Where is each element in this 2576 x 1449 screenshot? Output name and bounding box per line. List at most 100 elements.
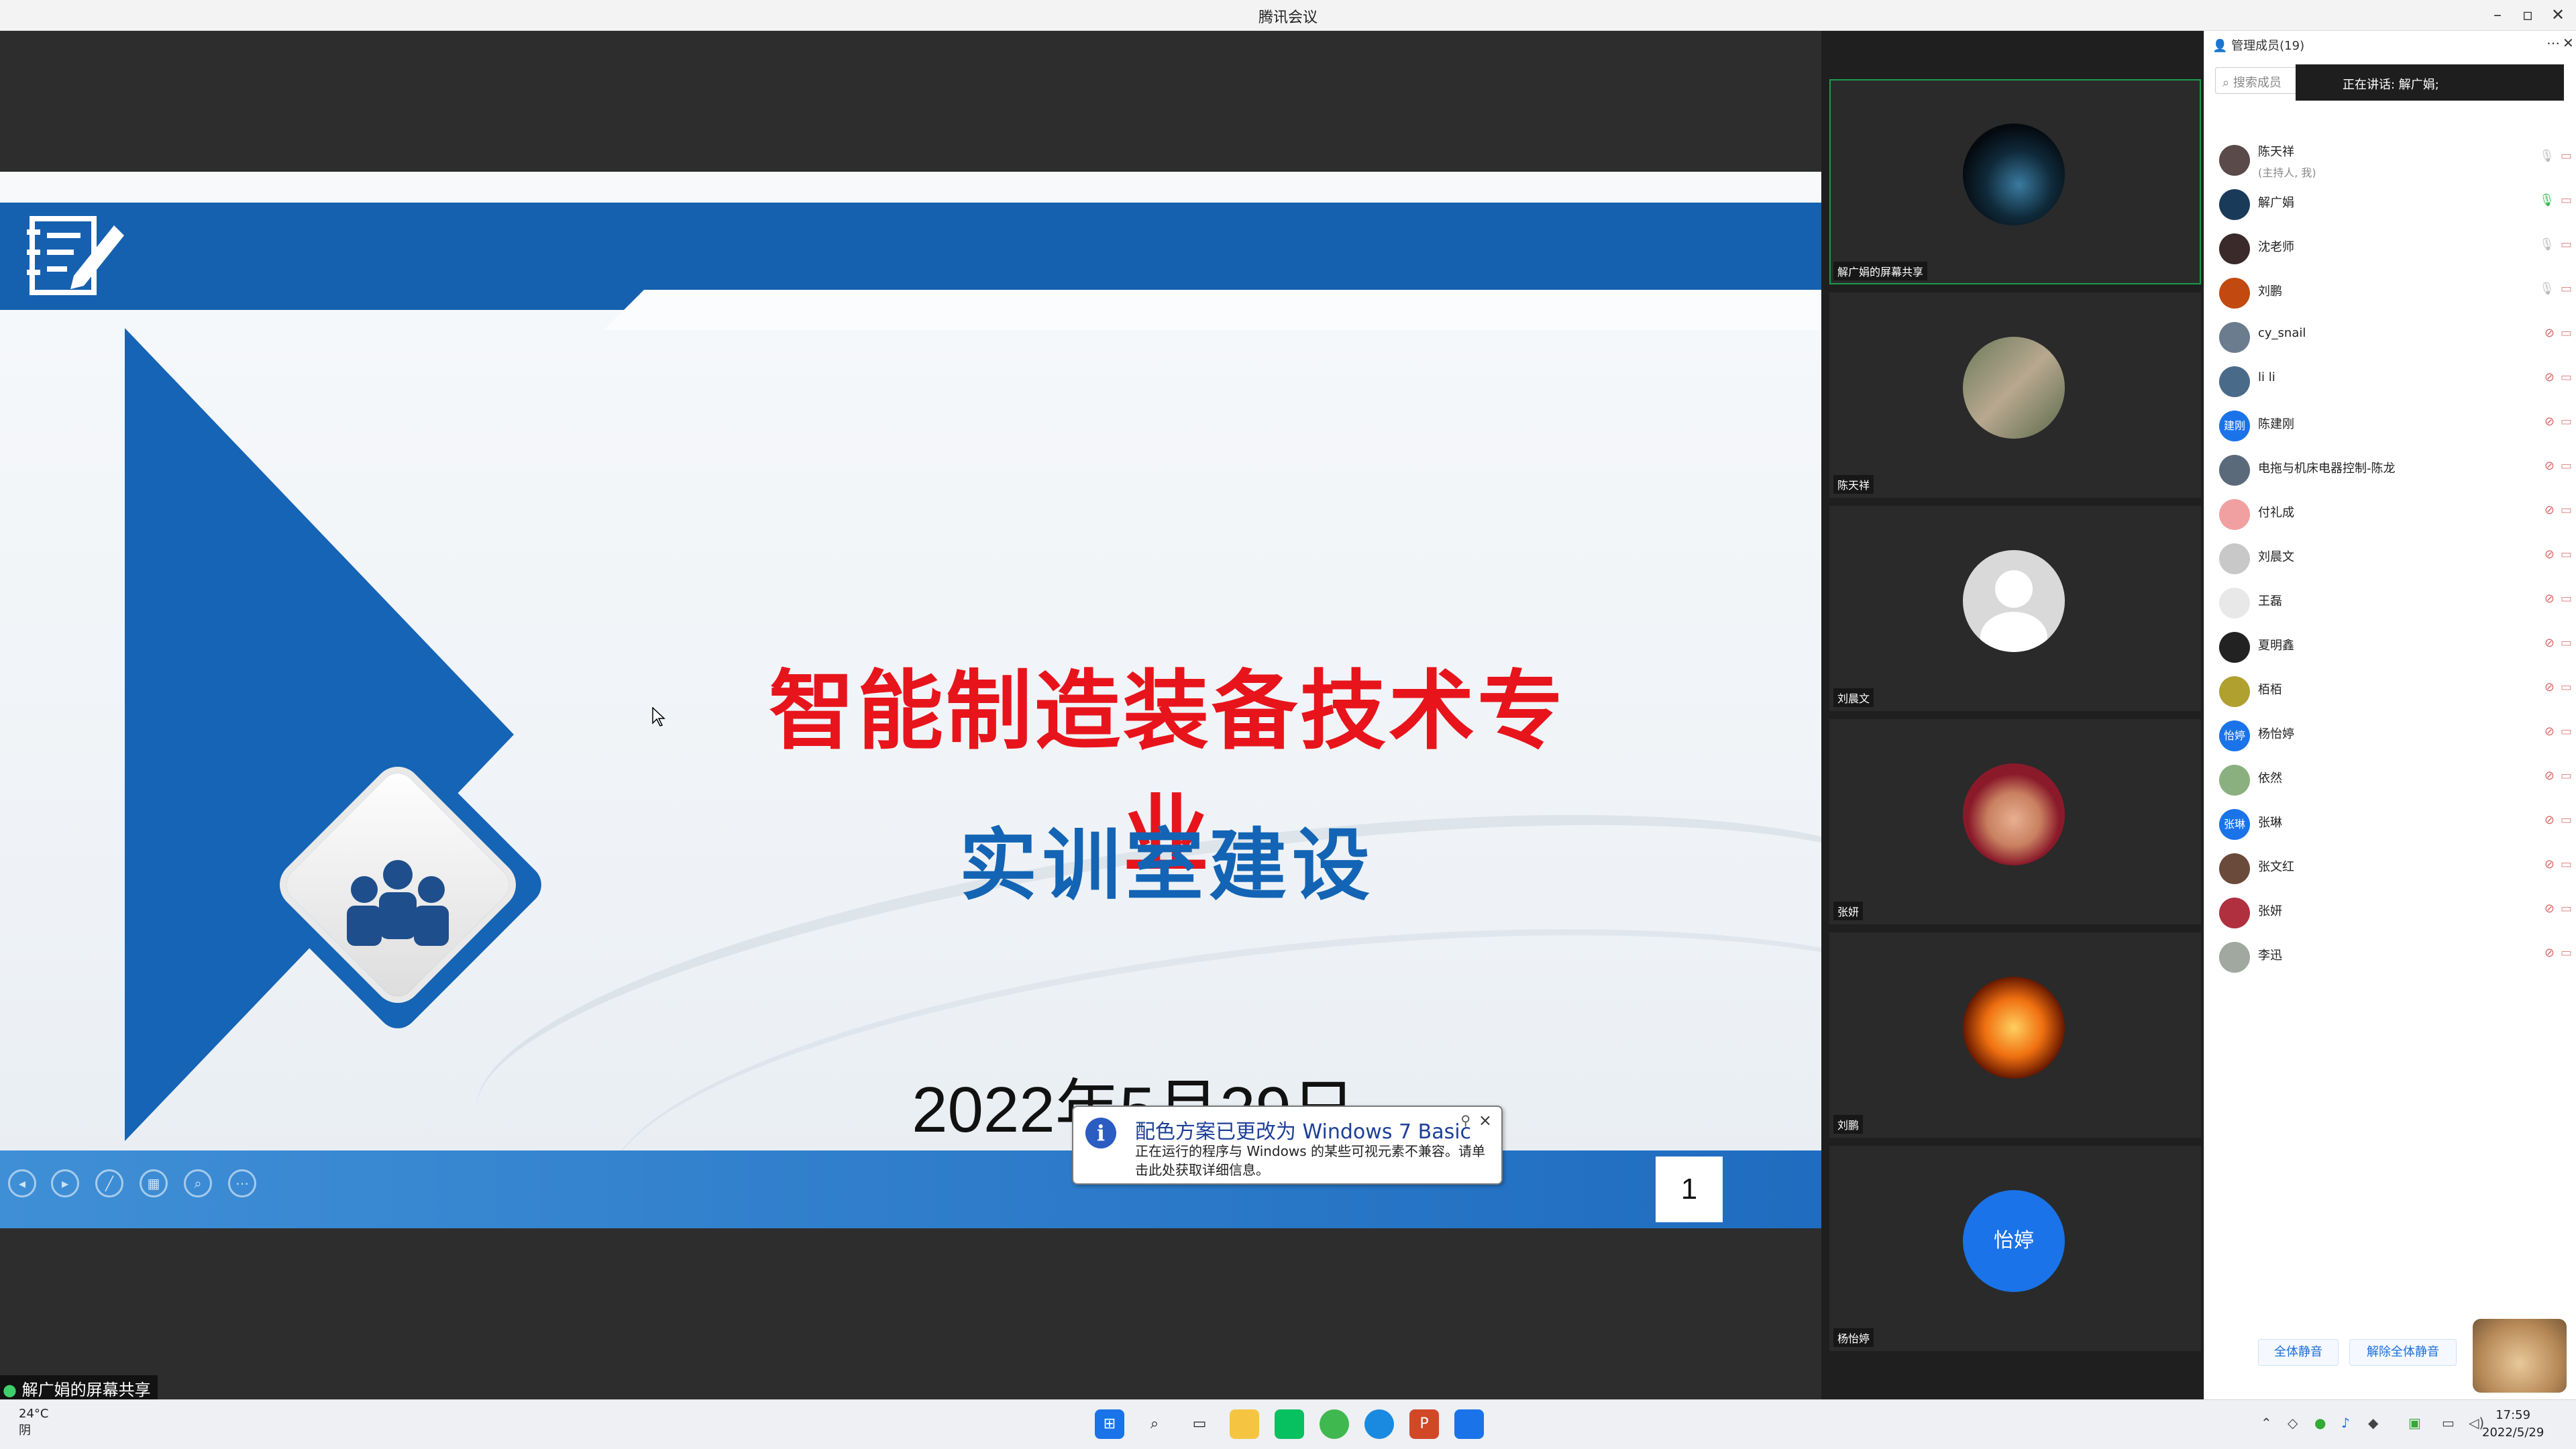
mic-muted-icon[interactable]: ⊘ [2544,547,2555,561]
notebook-icon [27,216,124,295]
network-icon[interactable]: ▭ [2442,1415,2455,1431]
member-row[interactable]: 刘鹏 🎙 ▭ [2219,272,2572,313]
video-tile[interactable]: 张妍 [1829,719,2201,924]
mic-muted-icon[interactable]: ⊘ [2544,370,2555,384]
video-tile[interactable]: 解广娟的屏幕共享 [1829,79,2201,284]
search-taskbar-icon[interactable]: ⌕ [1140,1409,1169,1439]
member-row[interactable]: 沈老师 🎙 ▭ [2219,228,2572,268]
member-row[interactable]: 电拖与机床电器控制-陈龙 ⊘ ▭ [2219,449,2572,490]
mic-muted-icon[interactable]: ⊘ [2544,415,2555,429]
mic-muted-icon[interactable]: ⊘ [2544,680,2555,694]
close-button[interactable]: ✕ [2546,3,2570,27]
edge-browser-icon[interactable] [1364,1409,1394,1439]
tray-app-icon[interactable]: ◇ [2288,1415,2298,1431]
member-row[interactable]: 依然 ⊘ ▭ [2219,759,2572,800]
green-browser-icon[interactable] [1320,1409,1349,1439]
camera-off-icon[interactable]: ▭ [2561,902,2572,916]
mic-icon[interactable]: 🎙 [2539,149,2555,163]
more-options-icon[interactable]: ⋯ [228,1169,256,1197]
camera-off-icon[interactable]: ▭ [2561,680,2572,694]
camera-off-icon[interactable]: ▭ [2561,282,2572,296]
member-row[interactable]: li li ⊘ ▭ [2219,361,2572,401]
camera-off-icon[interactable]: ▭ [2561,326,2572,340]
member-row[interactable]: 张妍 ⊘ ▭ [2219,892,2572,932]
sharer-name: 解广娟的屏幕共享 [21,1381,151,1399]
tray-app-icon[interactable]: ● [2314,1415,2326,1431]
powerpoint-icon[interactable]: P [1409,1409,1439,1439]
unmute-all-button[interactable]: 解除全体静音 [2349,1339,2457,1366]
member-row[interactable]: 付礼成 ⊘ ▭ [2219,494,2572,534]
member-row[interactable]: 怡婷 杨怡婷 ⊘ ▭ [2219,715,2572,755]
member-row[interactable]: 张文红 ⊘ ▭ [2219,848,2572,888]
member-row[interactable]: 张琳 张琳 ⊘ ▭ [2219,804,2572,844]
member-row[interactable]: 夏明鑫 ⊘ ▭ [2219,627,2572,667]
mic-muted-icon[interactable]: ⊘ [2544,636,2555,650]
mic-muted-icon[interactable]: ⊘ [2544,326,2555,340]
camera-off-icon[interactable]: ▭ [2561,636,2572,650]
restore-button[interactable]: ▫ [2516,3,2540,27]
video-tile[interactable]: 刘鹏 [1829,932,2201,1138]
minimize-button[interactable]: – [2485,3,2510,27]
camera-off-icon[interactable]: ▭ [2561,149,2572,163]
member-row[interactable]: 王磊 ⊘ ▭ [2219,582,2572,623]
tray-chevron-icon[interactable]: ⌃ [2261,1415,2272,1431]
mic-muted-icon[interactable]: ⊘ [2544,592,2555,606]
camera-off-icon[interactable]: ▭ [2561,237,2572,252]
prev-slide-icon[interactable]: ◂ [8,1169,36,1197]
member-row[interactable]: 解广娟 🎙 ▭ [2219,184,2572,224]
pen-icon[interactable]: ╱ [95,1169,123,1197]
more-icon[interactable]: ⋯ [2546,35,2560,51]
zoom-icon[interactable]: ⌕ [184,1169,212,1197]
camera-off-icon[interactable]: ▭ [2561,857,2572,871]
mute-all-button[interactable]: 全体静音 [2258,1339,2339,1366]
mic-icon[interactable]: 🎙 [2539,193,2555,207]
member-row[interactable]: 栢栢 ⊘ ▭ [2219,671,2572,711]
camera-off-icon[interactable]: ▭ [2561,724,2572,739]
weather-widget[interactable]: 24°C 阴 [19,1407,48,1438]
camera-off-icon[interactable]: ▭ [2561,503,2572,517]
wechat-icon[interactable] [1275,1409,1304,1439]
camera-off-icon[interactable]: ▭ [2561,592,2572,606]
mic-muted-icon[interactable]: ⊘ [2544,857,2555,871]
camera-off-icon[interactable]: ▭ [2561,193,2572,207]
notification-balloon[interactable]: i 配色方案已更改为 Windows 7 Basic 正在运行的程序与 Wind… [1072,1106,1503,1185]
camera-off-icon[interactable]: ▭ [2561,813,2572,827]
camera-off-icon[interactable]: ▭ [2561,547,2572,561]
mic-muted-icon[interactable]: ⊘ [2544,769,2555,783]
video-tile[interactable]: 陈天祥 [1829,292,2201,498]
member-row[interactable]: 建刚 陈建刚 ⊘ ▭ [2219,405,2572,445]
camera-off-icon[interactable]: ▭ [2561,946,2572,960]
mic-icon[interactable]: 🎙 [2539,282,2555,296]
camera-off-icon[interactable]: ▭ [2561,415,2572,429]
member-avatar [2219,543,2250,574]
camera-off-icon[interactable]: ▭ [2561,459,2572,473]
camera-off-icon[interactable]: ▭ [2561,769,2572,783]
mic-icon[interactable]: 🎙 [2539,237,2555,252]
task-view-icon[interactable]: ▭ [1185,1409,1214,1439]
member-row[interactable]: 刘晨文 ⊘ ▭ [2219,538,2572,578]
start-icon[interactable]: ⊞ [1095,1409,1124,1439]
mic-muted-icon[interactable]: ⊘ [2544,503,2555,517]
mic-muted-icon[interactable]: ⊘ [2544,946,2555,960]
mic-muted-icon[interactable]: ⊘ [2544,813,2555,827]
camera-off-icon[interactable]: ▭ [2561,370,2572,384]
next-slide-icon[interactable]: ▸ [51,1169,79,1197]
clock[interactable]: 17:59 2022/5/29 [2482,1407,2544,1442]
file-explorer-icon[interactable] [1230,1409,1259,1439]
member-row[interactable]: 李迅 ⊘ ▭ [2219,936,2572,977]
tencent-meeting-icon[interactable] [1454,1409,1484,1439]
notification-close-icon[interactable]: × [1479,1111,1492,1130]
tray-mic-icon[interactable]: ♪ [2341,1415,2350,1431]
mic-muted-icon[interactable]: ⊘ [2544,902,2555,916]
mic-muted-icon[interactable]: ⊘ [2544,459,2555,473]
close-panel-icon[interactable]: ✕ [2563,35,2574,51]
member-row[interactable]: 陈天祥 (主持人, 我) 🎙 ▭ [2219,140,2572,180]
pin-icon[interactable]: ⚲ [1460,1112,1470,1128]
member-row[interactable]: cy_snail ⊘ ▭ [2219,317,2572,357]
video-tile[interactable]: 刘晨文 [1829,506,2201,711]
video-tile[interactable]: 怡婷 杨怡婷 [1829,1146,2201,1351]
mic-muted-icon[interactable]: ⊘ [2544,724,2555,739]
tray-app-icon[interactable]: ◆ [2368,1415,2378,1431]
slides-grid-icon[interactable]: ▦ [140,1169,168,1197]
tray-wechat-icon[interactable]: ▣ [2408,1415,2421,1431]
